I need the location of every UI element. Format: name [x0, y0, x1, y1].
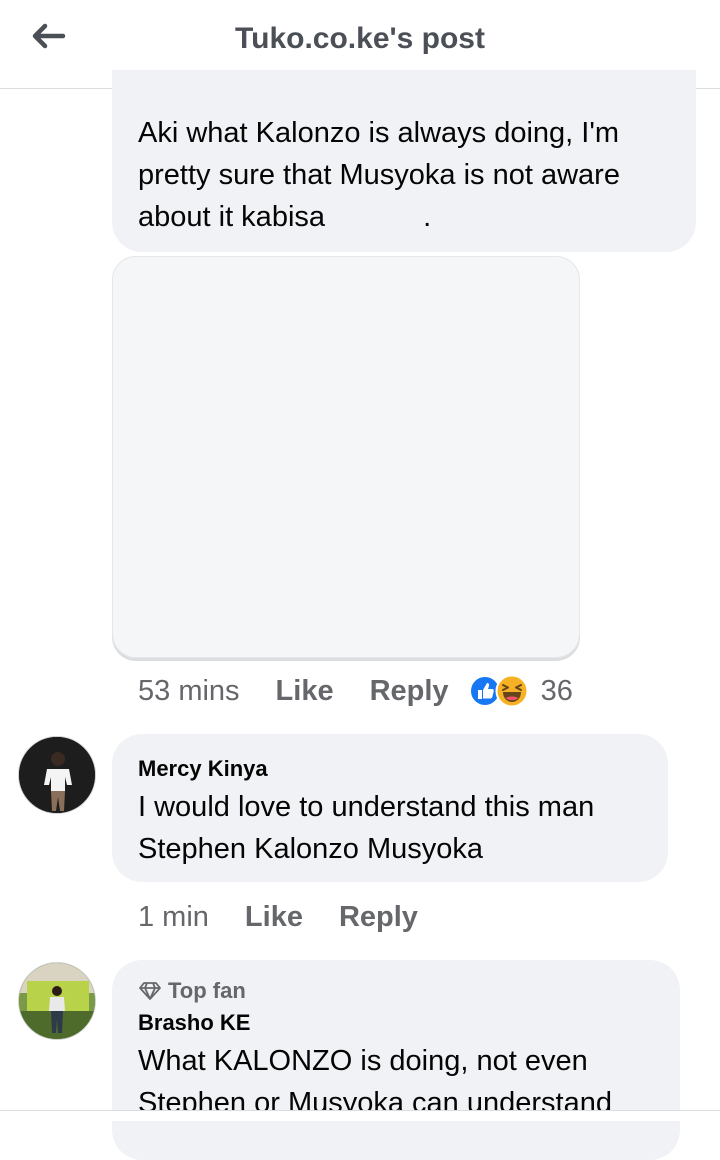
reaction-count: 36 [540, 674, 573, 707]
haha-reaction-icon [495, 674, 529, 708]
like-button[interactable]: Like [276, 675, 334, 708]
reply-button[interactable]: Reply [339, 901, 418, 934]
like-button[interactable]: Like [245, 901, 303, 934]
reply-button[interactable]: Reply [370, 675, 449, 708]
comment-author[interactable]: Brasho KE [138, 1010, 656, 1036]
person-photo [19, 737, 95, 813]
reactions[interactable]: 36 [468, 674, 573, 708]
comment-timestamp: 53 mins [138, 674, 240, 707]
comment-attachment-image[interactable] [112, 256, 580, 658]
comment-bubble: Mercy Kinya I would love to understand t… [112, 734, 668, 882]
page-title: Tuko.co.ke's post [235, 22, 485, 55]
comment-timestamp: 1 min [138, 900, 209, 933]
person-photo [19, 963, 95, 1039]
comment-actions: 53 mins Like Reply 36 [138, 670, 573, 712]
comment-author[interactable]: Mercy Kinya [138, 756, 644, 782]
comment-bubble: Aki what Kalonzo is always doing, I'm pr… [112, 70, 696, 252]
comment-text: Aki what Kalonzo is always doing, I'm pr… [138, 117, 620, 233]
top-fan-badge: Top fan [138, 978, 656, 1004]
avatar[interactable] [18, 962, 96, 1040]
avatar[interactable] [18, 736, 96, 814]
comment-text: I would love to understand this man Step… [138, 791, 595, 865]
comment-actions: 1 min Like Reply [138, 896, 418, 938]
comment-bubble: Top fan Brasho KE What KALONZO is doing,… [112, 960, 680, 1160]
bottom-divider [0, 1110, 720, 1121]
diamond-icon [139, 982, 161, 1000]
